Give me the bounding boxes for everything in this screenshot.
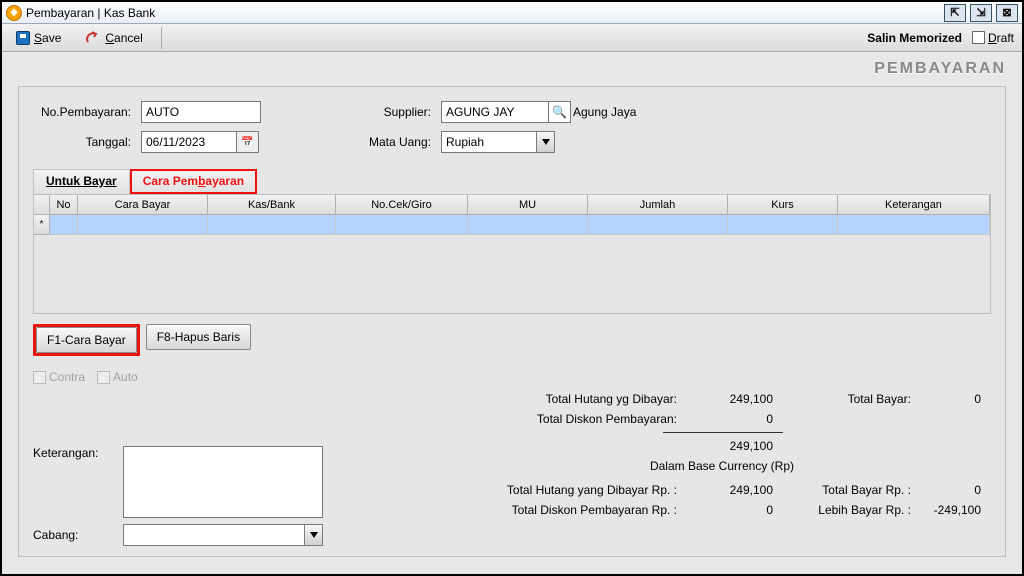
- draft-checkbox[interactable]: Draft: [972, 31, 1014, 45]
- save-button[interactable]: Save: [10, 29, 67, 47]
- keterangan-label: Keterangan:: [33, 446, 123, 460]
- page-title: PEMBAYARAN: [18, 60, 1006, 78]
- total-hutang-rp-label: Total Hutang yang Dibayar Rp. :: [463, 483, 683, 497]
- restore-right-icon[interactable]: ⇲: [970, 4, 992, 22]
- total-diskon-rp-value: 0: [683, 503, 773, 517]
- cabang-label: Cabang:: [33, 528, 123, 542]
- tab-untuk-bayar[interactable]: Untuk Bayar: [33, 169, 130, 194]
- mata-uang-label: Mata Uang:: [363, 135, 441, 149]
- total-hutang-label: Total Hutang yg Dibayar:: [463, 392, 683, 406]
- save-icon: [16, 31, 30, 45]
- memorized-link[interactable]: Salin Memorized: [867, 31, 962, 45]
- close-icon[interactable]: ⊠: [996, 4, 1018, 22]
- mata-uang-select[interactable]: [441, 131, 537, 153]
- lebih-bayar-value: -249,100: [911, 503, 981, 517]
- total-bayar-rp-label: Total Bayar Rp. :: [791, 483, 911, 497]
- cancel-button[interactable]: Cancel: [79, 29, 148, 47]
- subtotal-rule: [663, 432, 783, 433]
- cancel-icon: [85, 31, 101, 45]
- total-diskon-rp-label: Total Diskon Pembayaran Rp. :: [463, 503, 683, 517]
- tabs: Untuk Bayar Cara Pembayaran: [33, 169, 991, 194]
- window-title: Pembayaran | Kas Bank: [26, 6, 155, 20]
- grid-row-header: [34, 195, 50, 215]
- app-icon: ◆: [6, 5, 22, 21]
- save-label: ave: [42, 31, 61, 45]
- supplier-search-icon[interactable]: 🔍: [549, 101, 571, 123]
- col-kas-bank: Kas/Bank: [208, 195, 336, 215]
- col-no: No: [50, 195, 78, 215]
- keterangan-textarea[interactable]: [123, 446, 323, 518]
- total-hutang-rp-value: 249,100: [683, 483, 773, 497]
- payment-grid[interactable]: No Cara Bayar Kas/Bank No.Cek/Giro MU Ju…: [33, 194, 991, 314]
- col-jumlah: Jumlah: [588, 195, 728, 215]
- main-form: No.Pembayaran: Tanggal: 📅 Supplier:: [18, 86, 1006, 557]
- summary-panel: Total Hutang yg Dibayar: 249,100 Total B…: [453, 392, 991, 546]
- supplier-name: Agung Jaya: [573, 105, 636, 119]
- col-no-cek: No.Cek/Giro: [336, 195, 468, 215]
- calendar-icon[interactable]: 📅: [237, 131, 259, 153]
- col-cara-bayar: Cara Bayar: [78, 195, 208, 215]
- contra-checkbox: Contra: [33, 370, 85, 384]
- supplier-input[interactable]: [441, 101, 549, 123]
- cabang-dropdown-icon[interactable]: [305, 524, 323, 546]
- toolbar: Save Cancel Salin Memorized Draft: [2, 24, 1022, 52]
- tanggal-label: Tanggal:: [33, 135, 141, 149]
- mata-uang-dropdown-icon[interactable]: [537, 131, 555, 153]
- total-bayar-value: 0: [911, 392, 981, 406]
- f1-cara-bayar-button[interactable]: F1-Cara Bayar: [36, 327, 137, 353]
- total-diskon-value: 0: [683, 412, 773, 426]
- f1-highlight: F1-Cara Bayar: [33, 324, 140, 356]
- title-bar: ◆ Pembayaran | Kas Bank ⇱ ⇲ ⊠: [2, 2, 1022, 24]
- cancel-label: ancel: [114, 31, 143, 45]
- lebih-bayar-label: Lebih Bayar Rp. :: [791, 503, 911, 517]
- no-pembayaran-input[interactable]: [141, 101, 261, 123]
- no-pembayaran-label: No.Pembayaran:: [33, 105, 141, 119]
- app-window: ◆ Pembayaran | Kas Bank ⇱ ⇲ ⊠ Save Cance…: [0, 0, 1024, 576]
- auto-checkbox: Auto: [97, 370, 138, 384]
- cabang-select[interactable]: [123, 524, 305, 546]
- subtotal-value: 249,100: [683, 439, 773, 453]
- col-mu: MU: [468, 195, 588, 215]
- restore-left-icon[interactable]: ⇱: [944, 4, 966, 22]
- base-currency-note: Dalam Base Currency (Rp): [463, 459, 981, 473]
- total-hutang-value: 249,100: [683, 392, 773, 406]
- total-bayar-rp-value: 0: [911, 483, 981, 497]
- total-bayar-label: Total Bayar:: [791, 392, 911, 406]
- f8-hapus-baris-button[interactable]: F8-Hapus Baris: [146, 324, 251, 350]
- row-marker: *: [34, 215, 50, 235]
- col-kurs: Kurs: [728, 195, 838, 215]
- total-diskon-label: Total Diskon Pembayaran:: [463, 412, 683, 426]
- col-keterangan: Keterangan: [838, 195, 990, 215]
- tab-cara-pembayaran[interactable]: Cara Pembayaran: [130, 169, 257, 194]
- toolbar-separator: [161, 27, 162, 49]
- tanggal-input[interactable]: [141, 131, 237, 153]
- supplier-label: Supplier:: [363, 105, 441, 119]
- grid-new-row[interactable]: *: [34, 215, 990, 235]
